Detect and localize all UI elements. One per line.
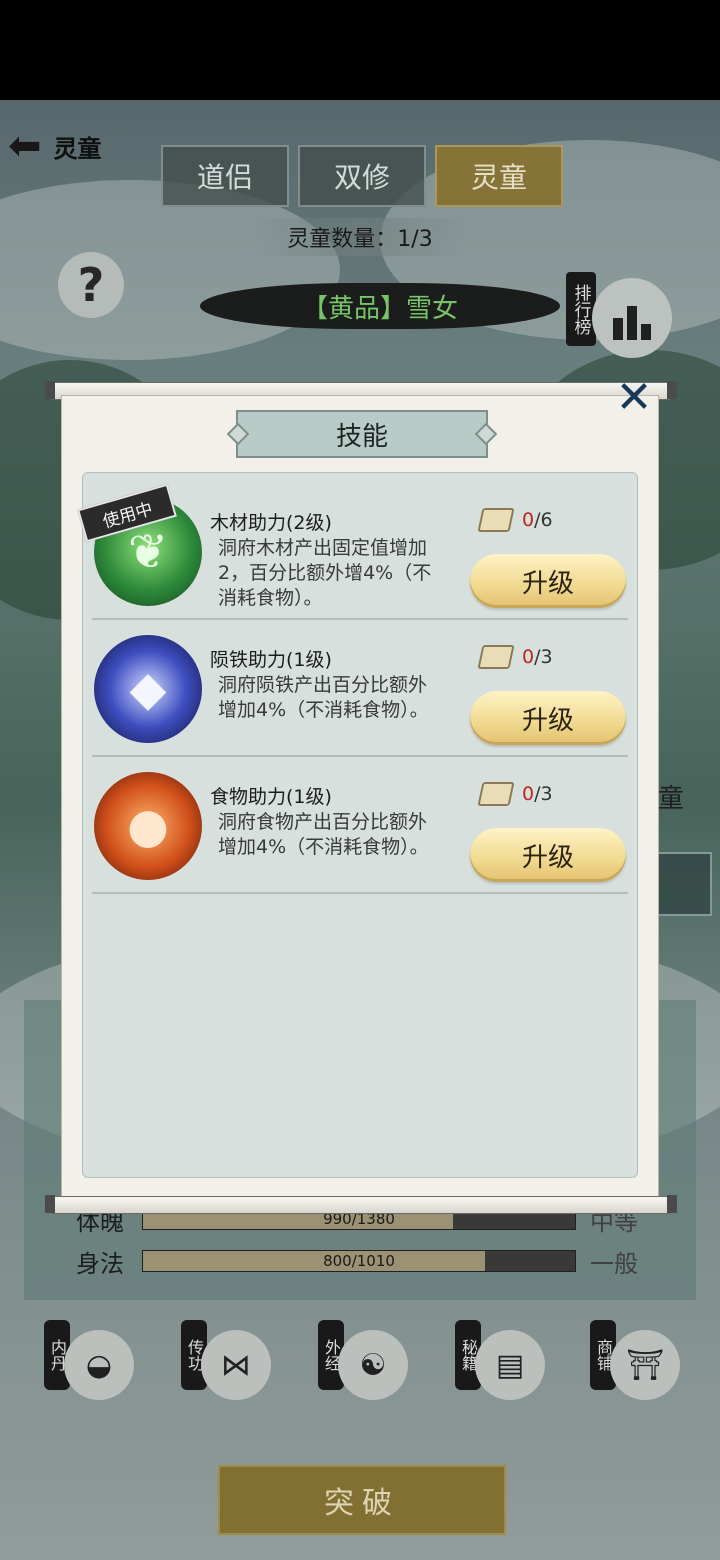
- skill-book-icon: [477, 508, 515, 532]
- skill-name: 陨铁助力(1级): [210, 649, 332, 671]
- skill-cost: 0 /3: [477, 645, 553, 669]
- skill-book-icon: [477, 782, 515, 806]
- upgrade-button[interactable]: 升级: [470, 828, 626, 882]
- skill-description: 洞府陨铁产出百分比额外增加4%（不消耗食物）。: [218, 674, 429, 721]
- skill-book-icon: [477, 645, 515, 669]
- modal-title-text: 技能: [335, 421, 388, 452]
- upgrade-button[interactable]: 升级: [470, 554, 626, 608]
- cost-have: 0: [522, 783, 535, 805]
- upgrade-button[interactable]: 升级: [470, 691, 626, 745]
- skill-cost: 0 /6: [477, 508, 553, 532]
- skill-description: 洞府木材产出固定值增加2，百分比额外增4%（不消耗食物）。: [218, 537, 432, 609]
- cost-have: 0: [522, 646, 535, 668]
- scroll-bottom-rod: [45, 1195, 677, 1214]
- skill-name: 食物助力(1级): [210, 786, 332, 808]
- cost-have: 0: [522, 509, 535, 531]
- skill-row-iron: ◆ 陨铁助力(1级) 洞府陨铁产出百分比额外增加4%（不消耗食物）。 0 /3 …: [92, 619, 628, 757]
- skill-row-wood: ❦ 使用中 木材助力(2级) 洞府木材产出固定值增加2，百分比额外增4%（不消耗…: [77, 482, 628, 620]
- skill-cost: 0 /3: [477, 782, 553, 806]
- modal-title: 技能: [226, 410, 498, 458]
- crystal-icon: ◆: [94, 635, 202, 743]
- cost-total: /3: [534, 646, 553, 668]
- cost-total: /6: [534, 509, 553, 531]
- skill-row-food: ● 食物助力(1级) 洞府食物产出百分比额外增加4%（不消耗食物）。 0 /3 …: [92, 756, 628, 894]
- cost-total: /3: [534, 783, 553, 805]
- meat-icon: ●: [94, 772, 202, 880]
- skill-name: 木材助力(2级): [210, 512, 332, 534]
- status-bar: [0, 0, 720, 100]
- skill-description: 洞府食物产出百分比额外增加4%（不消耗食物）。: [218, 811, 429, 858]
- close-icon[interactable]: ✕: [614, 376, 654, 420]
